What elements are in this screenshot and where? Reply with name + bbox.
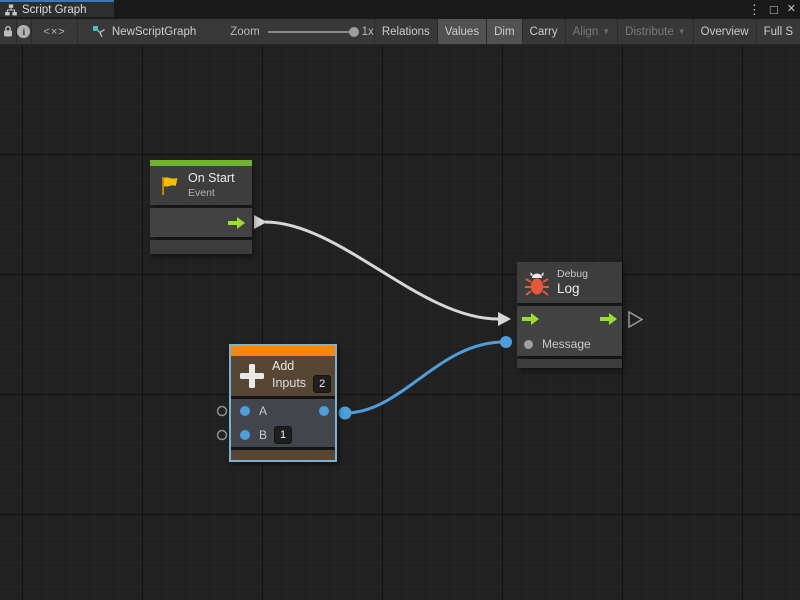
unity-script-graph-window: Script Graph ⋮ □ ✕ i <×> NewScriptGraph	[0, 0, 800, 600]
relations-label: Relations	[382, 26, 430, 38]
graph-name-breadcrumb[interactable]: NewScriptGraph	[92, 19, 196, 44]
flow-output-port-icon[interactable]	[228, 217, 245, 229]
zoom-control: Zoom 1x	[230, 19, 374, 44]
port-row-b: B 1	[231, 423, 335, 447]
node-footer	[517, 359, 622, 368]
value-input-port-a[interactable]	[240, 406, 250, 416]
fullscreen-button[interactable]: Full S	[756, 19, 800, 44]
flag-icon	[158, 174, 182, 198]
flow-output-port-icon[interactable]	[600, 313, 617, 325]
carry-label: Carry	[530, 26, 558, 38]
graph-toolbar: i <×> NewScriptGraph Zoom 1x Relations V…	[0, 19, 800, 45]
sum-output-port[interactable]	[319, 406, 329, 416]
dim-button[interactable]: Dim	[486, 19, 521, 44]
zoom-label: Zoom	[230, 26, 259, 38]
port-b-value-field[interactable]: 1	[274, 426, 292, 444]
toolbar-toggle-group: Relations Values Dim Carry Align ▼ Distr…	[374, 19, 800, 44]
graph-name-label: NewScriptGraph	[112, 26, 196, 38]
maximize-icon[interactable]: □	[770, 3, 778, 16]
bug-icon	[524, 270, 550, 296]
distribute-dropdown[interactable]: Distribute ▼	[617, 19, 693, 44]
align-label: Align	[573, 26, 599, 38]
zoom-value: 1x	[362, 26, 374, 38]
relations-button[interactable]: Relations	[374, 19, 437, 44]
flow-input-port-icon[interactable]	[522, 313, 539, 325]
chevron-down-icon: ▼	[602, 28, 610, 36]
code-icon: <×>	[43, 26, 65, 38]
add-accent-band	[231, 346, 335, 356]
tab-label: Script Graph	[22, 4, 87, 16]
node-on-start[interactable]: On Start Event	[150, 160, 252, 254]
menu-icon[interactable]: ⋮	[748, 3, 761, 16]
inspect-button[interactable]: i	[17, 19, 32, 44]
node-add[interactable]: Add Inputs 2 A B 1	[229, 344, 337, 462]
window-controls: ⋮ □ ✕	[748, 0, 796, 19]
values-label: Values	[445, 26, 479, 38]
tab-script-graph[interactable]: Script Graph	[0, 0, 114, 17]
values-button[interactable]: Values	[437, 19, 486, 44]
node-surtitle: Debug	[557, 268, 588, 281]
inputs-count-field[interactable]: 2	[313, 375, 331, 393]
node-title: Add	[272, 359, 331, 375]
node-title: Log	[557, 281, 588, 297]
node-footer	[231, 450, 335, 460]
message-input-port[interactable]	[524, 340, 533, 349]
value-input-port-b[interactable]	[240, 430, 250, 440]
node-debug-log[interactable]: Debug Log Message	[517, 262, 622, 368]
carry-button[interactable]: Carry	[522, 19, 565, 44]
port-b-label: B	[259, 428, 267, 442]
info-icon: i	[17, 25, 30, 38]
plus-icon	[238, 362, 266, 390]
tab-bar: Script Graph ⋮ □ ✕	[0, 0, 800, 19]
overview-label: Overview	[701, 26, 749, 38]
distribute-label: Distribute	[625, 26, 674, 38]
port-a-label: A	[259, 404, 267, 418]
lock-icon	[2, 25, 14, 38]
node-subtitle: Inputs	[272, 376, 306, 392]
message-port-label: Message	[542, 337, 591, 351]
lock-button[interactable]	[0, 19, 17, 44]
graph-asset-icon	[92, 25, 106, 38]
fullscreen-label: Full S	[764, 26, 793, 38]
node-title: On Start	[188, 171, 235, 187]
node-footer	[150, 240, 252, 254]
code-preview-button[interactable]: <×>	[32, 19, 78, 44]
dim-label: Dim	[494, 26, 514, 38]
overview-button[interactable]: Overview	[693, 19, 756, 44]
graph-canvas[interactable]	[0, 45, 800, 600]
zoom-slider-handle[interactable]	[349, 27, 359, 37]
zoom-slider[interactable]	[268, 31, 354, 33]
close-icon[interactable]: ✕	[787, 4, 796, 15]
script-graph-icon	[5, 4, 17, 16]
chevron-down-icon: ▼	[678, 28, 686, 36]
align-dropdown[interactable]: Align ▼	[565, 19, 618, 44]
node-subtitle: Event	[188, 187, 235, 200]
port-row-a: A	[231, 399, 335, 423]
